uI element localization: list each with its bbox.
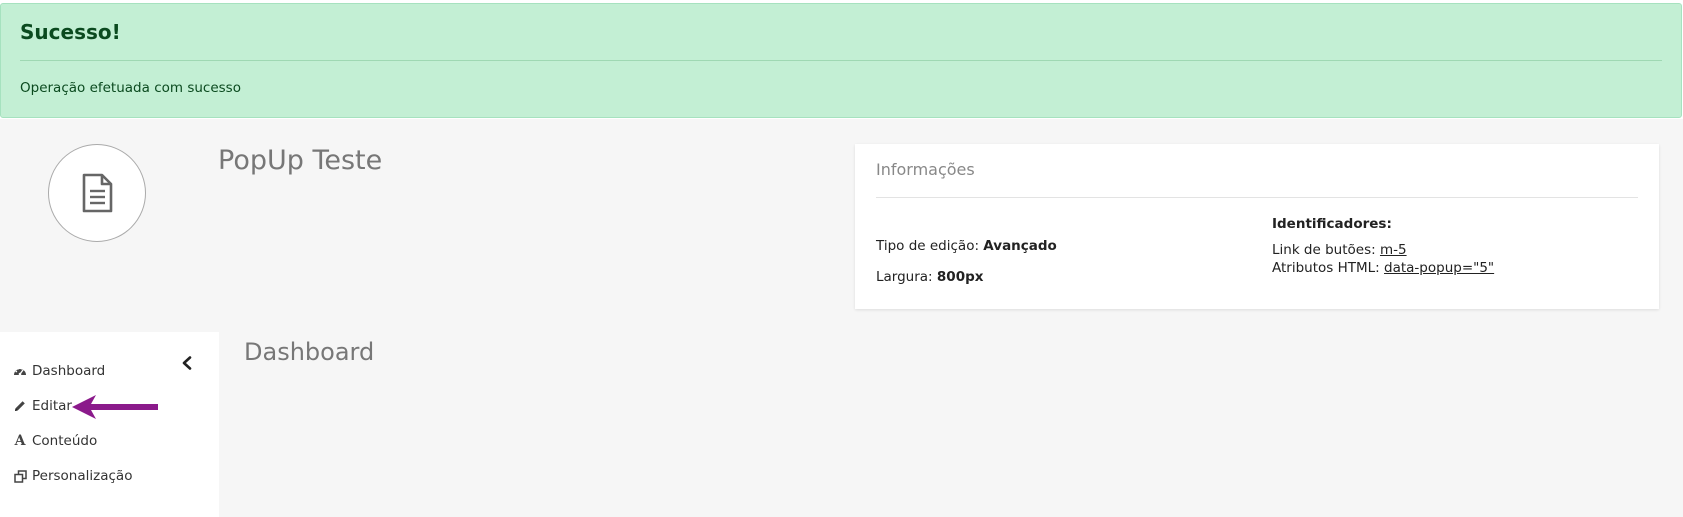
sidebar-item-label: Dashboard xyxy=(32,363,106,379)
edit-type-value: Avançado xyxy=(983,238,1057,254)
button-link-row: Link de butões: m-5 xyxy=(1272,242,1407,258)
sidebar-item-label: Conteúdo xyxy=(32,433,98,449)
identifiers-label: Identificadores: xyxy=(1272,216,1392,232)
width-label: Largura: xyxy=(876,269,933,285)
button-link-label: Link de butões: xyxy=(1272,242,1376,258)
width-value: 800px xyxy=(936,269,984,285)
width-row: Largura: 800px xyxy=(876,269,983,285)
popup-header: PopUp Teste Informações Tipo de edição: … xyxy=(0,119,1683,332)
button-link-value[interactable]: m-5 xyxy=(1380,242,1407,258)
info-card-title: Informações xyxy=(876,160,975,179)
edit-type-label: Tipo de edição: xyxy=(876,238,979,254)
sidebar-item-label: Personalização xyxy=(32,468,133,484)
sidebar-collapse-button[interactable] xyxy=(178,354,196,372)
html-attrs-row: Atributos HTML: data-popup="5" xyxy=(1272,260,1494,276)
alert-title: Sucesso! xyxy=(20,20,121,44)
alert-divider xyxy=(20,60,1662,61)
success-alert: Sucesso! Operação efetuada com sucesso xyxy=(0,3,1682,118)
page-title: PopUp Teste xyxy=(218,145,383,176)
avatar xyxy=(48,144,146,242)
arrow-left-icon xyxy=(72,395,158,419)
sidebar-item-conteudo[interactable]: A Conteúdo xyxy=(13,431,98,451)
sidebar: Dashboard Editar A Conteúdo Personalizaç… xyxy=(0,332,219,517)
alert-message: Operação efetuada com sucesso xyxy=(20,80,241,96)
edit-type-row: Tipo de edição: Avançado xyxy=(876,238,1057,254)
chevron-left-icon xyxy=(182,356,192,370)
sidebar-item-dashboard[interactable]: Dashboard xyxy=(13,361,105,381)
html-attrs-value[interactable]: data-popup="5" xyxy=(1384,260,1494,276)
main-content: Dashboard xyxy=(219,332,1683,517)
html-attrs-label: Atributos HTML: xyxy=(1272,260,1380,276)
info-divider xyxy=(876,197,1638,198)
sidebar-item-editar[interactable]: Editar xyxy=(13,396,72,416)
main-title: Dashboard xyxy=(244,338,375,366)
sidebar-item-label: Editar xyxy=(32,398,72,414)
document-icon xyxy=(82,173,113,213)
identifiers-heading: Identificadores: xyxy=(1272,216,1392,232)
info-card: Informações Tipo de edição: Avançado Lar… xyxy=(855,144,1659,309)
clone-icon xyxy=(13,469,27,483)
pencil-icon xyxy=(13,399,27,413)
sidebar-item-personalizacao[interactable]: Personalização xyxy=(13,466,132,486)
font-icon: A xyxy=(14,433,26,449)
dashboard-icon xyxy=(13,364,27,378)
